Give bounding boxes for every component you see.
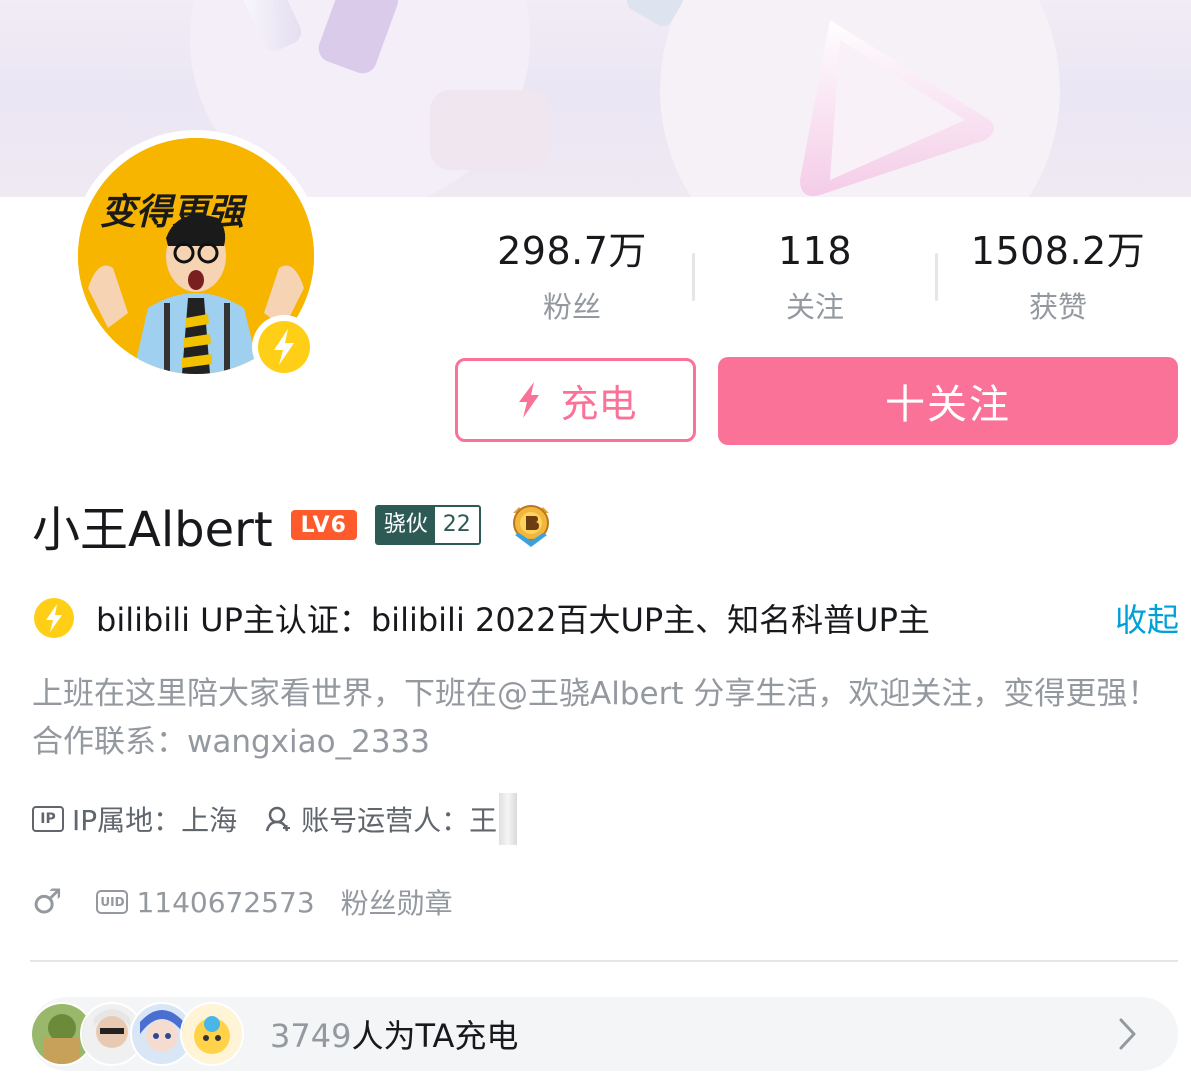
- charge-supporters-bar[interactable]: 3749人为TA充电: [30, 997, 1178, 1071]
- lightning-icon: [258, 321, 310, 373]
- charge-label: 人为TA充电: [351, 1017, 519, 1055]
- follow-button-label: 十关注: [885, 382, 1011, 428]
- ip-icon: IP: [32, 806, 64, 832]
- username: 小王Albert: [32, 502, 273, 558]
- level-badge[interactable]: LV6: [290, 510, 357, 540]
- username-row: 小王Albert LV6 骁伙 22: [32, 493, 557, 558]
- uid-icon: UID: [96, 890, 129, 914]
- operator-icon: [265, 806, 291, 832]
- stat-fans[interactable]: 298.7万 粉丝: [452, 225, 692, 329]
- fans-count: 298.7万: [497, 229, 647, 273]
- follow-button[interactable]: 十关注: [718, 357, 1178, 445]
- medal-level: 22: [434, 507, 479, 543]
- supporter-avatars: [30, 1002, 244, 1066]
- stat-following[interactable]: 118 关注: [695, 225, 935, 329]
- fans-medal-link[interactable]: 粉丝勋章: [341, 882, 453, 922]
- charge-badge: [252, 315, 316, 379]
- ip-location-text: IP属地：上海: [72, 804, 238, 837]
- chevron-right-icon: [1119, 1018, 1136, 1050]
- section-divider: [30, 960, 1178, 962]
- honor-badge-icon[interactable]: [505, 499, 557, 551]
- verification-text: bilibili UP主认证：bilibili 2022百大UP主、知名科普UP…: [96, 601, 930, 639]
- bio-text: 上班在这里陪大家看世界，下班在@王骁Albert 分享生活，欢迎关注，变得更强！…: [32, 676, 1159, 760]
- lightning-icon: [519, 382, 540, 418]
- following-count: 118: [777, 229, 853, 273]
- charge-button-label: 充电: [560, 381, 637, 426]
- supporter-avatar: [180, 1002, 244, 1066]
- likes-label: 获赞: [1028, 290, 1087, 324]
- ip-location: IP IP属地：上海: [32, 799, 237, 839]
- meta-row-secondary: ♂ UID 1140672573 粉丝勋章: [32, 880, 453, 924]
- charge-button[interactable]: 充电: [455, 358, 696, 442]
- medal-name: 骁伙: [376, 507, 435, 543]
- stat-likes[interactable]: 1508.2万 获赞: [938, 225, 1178, 329]
- redacted-block: [499, 793, 518, 845]
- fans-medal[interactable]: 骁伙 22: [374, 505, 481, 545]
- collapse-link[interactable]: 收起: [1115, 595, 1179, 641]
- uid-value[interactable]: 1140672573: [136, 886, 314, 919]
- charge-count: 3749: [270, 1017, 352, 1055]
- verification-row: bilibili UP主认证：bilibili 2022百大UP主、知名科普UP…: [34, 592, 1179, 644]
- following-label: 关注: [785, 290, 844, 324]
- meta-row: IP IP属地：上海 账号运营人：王: [32, 793, 543, 845]
- likes-count: 1508.2万: [970, 229, 1146, 273]
- operator-text: 账号运营人：王: [301, 804, 498, 837]
- charge-supporters-text: 3749人为TA充电: [270, 1011, 1112, 1057]
- account-operator[interactable]: 账号运营人：王: [263, 793, 518, 845]
- verified-lightning-icon: [34, 598, 74, 638]
- fans-label: 粉丝: [542, 290, 601, 324]
- gender-male-icon: ♂: [32, 882, 63, 922]
